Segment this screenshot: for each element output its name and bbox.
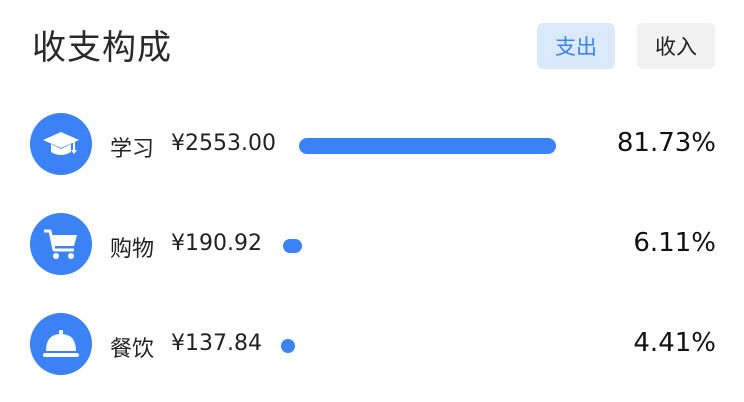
percent-bar [281,339,295,353]
percent-value: 4.41% [633,328,716,358]
tab-expense[interactable]: 支出 [537,23,615,69]
category-label: 购物 [110,237,155,262]
shopping-cart-icon [30,213,92,275]
amount-value: ¥190.92 [171,231,262,256]
percent-value: 6.11% [633,228,716,258]
food-cloche-icon [30,313,92,375]
category-label: 餐饮 [110,337,155,362]
page-title: 收支构成 [32,28,172,68]
graduation-cap-icon [30,113,92,175]
percent-value: 81.73% [616,128,716,158]
percent-bar [299,138,556,154]
list-item-study[interactable]: 学习 ¥2553.00 81.73% [0,113,744,177]
amount-value: ¥137.84 [171,331,262,356]
percent-bar [283,239,302,253]
tab-income[interactable]: 收入 [637,23,715,69]
amount-value: ¥2553.00 [171,131,276,156]
category-label: 学习 [110,137,155,162]
list-item-dining[interactable]: 餐饮 ¥137.84 4.41% [0,313,744,377]
list-item-shopping[interactable]: 购物 ¥190.92 6.11% [0,213,744,277]
